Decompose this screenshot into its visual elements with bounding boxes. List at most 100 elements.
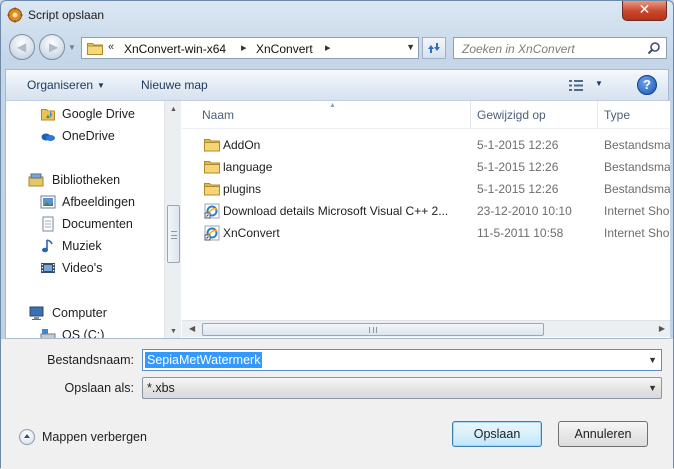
new-folder-button[interactable]: Nieuwe map xyxy=(141,78,208,92)
scroll-left-icon[interactable]: ◀ xyxy=(189,324,195,333)
filename-dropdown-icon[interactable]: ▼ xyxy=(648,355,657,365)
address-bar[interactable]: « XnConvert-win-x64 ▸ XnConvert ▸ ▼ xyxy=(81,37,419,59)
command-bar: Organiseren ▼ Nieuwe map ▼ ? xyxy=(5,69,669,101)
save-dialog: Script opslaan ✕ ◀ ▶ ▼ « XnConvert-win-x… xyxy=(0,0,674,469)
file-type: Bestandsmap xyxy=(604,182,670,196)
column-header-row: ▲ Naam Gewijzigd op Type xyxy=(182,101,670,129)
scroll-up-icon[interactable]: ▲ xyxy=(170,106,177,113)
scroll-right-icon[interactable]: ▶ xyxy=(659,324,665,333)
hide-folders-toggle[interactable]: Mappen verbergen xyxy=(19,429,147,445)
internet-shortcut-icon xyxy=(204,225,220,241)
address-dropdown-icon[interactable]: ▼ xyxy=(406,42,415,52)
music-icon xyxy=(42,239,53,253)
address-segment-xnconvert-win-x64[interactable]: XnConvert-win-x64 xyxy=(124,42,226,56)
file-name: language xyxy=(223,160,273,174)
nav-pane-scrollbar[interactable]: ▲ ▼ xyxy=(164,101,181,338)
window-title: Script opslaan xyxy=(28,8,105,22)
address-overflow[interactable]: « xyxy=(108,41,114,53)
scroll-thumb[interactable] xyxy=(202,323,544,336)
videos-icon xyxy=(41,263,55,273)
file-name: AddOn xyxy=(223,138,261,152)
nav-item-google-drive[interactable]: Google Drive xyxy=(40,104,135,124)
savetype-dropdown-icon[interactable]: ▼ xyxy=(648,383,657,393)
filename-label: Bestandsnaam: xyxy=(47,353,134,367)
file-name: Download details Microsoft Visual C++ 2.… xyxy=(223,204,449,218)
file-type: Bestandsmap xyxy=(604,138,670,152)
organize-button[interactable]: Organiseren ▼ xyxy=(27,78,105,92)
search-icon[interactable] xyxy=(647,41,661,55)
recent-locations-chevron-icon[interactable]: ▼ xyxy=(68,43,76,52)
address-separator-icon[interactable]: ▸ xyxy=(241,41,247,54)
savetype-select[interactable]: *.xbs ▼ xyxy=(142,377,662,399)
documents-icon xyxy=(42,216,54,232)
file-name: plugins xyxy=(223,182,262,196)
file-row[interactable]: AddOn 5-1-2015 12:26 Bestandsmap xyxy=(182,134,670,156)
libraries-icon xyxy=(28,173,44,187)
file-row[interactable]: plugins 5-1-2015 12:26 Bestandsmap xyxy=(182,178,670,200)
search-box[interactable]: Zoeken in XnConvert xyxy=(453,37,667,59)
folder-icon xyxy=(204,139,220,152)
grip-icon xyxy=(171,231,177,239)
forward-button[interactable]: ▶ xyxy=(39,34,65,60)
search-input[interactable]: Zoeken in XnConvert xyxy=(462,42,575,56)
internet-shortcut-icon xyxy=(204,203,220,219)
file-row[interactable]: Download details Microsoft Visual C++ 2.… xyxy=(182,200,670,222)
onedrive-icon xyxy=(41,133,55,141)
help-icon[interactable]: ? xyxy=(637,75,657,95)
folder-icon xyxy=(87,43,103,55)
grip-icon xyxy=(369,327,377,333)
nav-item-documents[interactable]: Documenten xyxy=(40,214,133,234)
save-button[interactable]: Opslaan xyxy=(452,421,542,447)
nav-item-pictures[interactable]: Afbeeldingen xyxy=(40,192,135,212)
forward-arrow-icon: ▶ xyxy=(49,40,59,54)
google-drive-icon xyxy=(41,109,55,121)
pictures-icon xyxy=(40,195,56,209)
file-modified: 23-12-2010 10:10 xyxy=(477,204,572,218)
refresh-icon xyxy=(428,43,440,53)
file-modified: 5-1-2015 12:26 xyxy=(477,138,559,152)
navigation-bar: ◀ ▶ ▼ « XnConvert-win-x64 ▸ XnConvert ▸ … xyxy=(1,33,673,63)
navigation-pane: Google Drive OneDrive Bibliotheken Afbee… xyxy=(6,101,164,338)
view-dropdown-icon[interactable]: ▼ xyxy=(595,79,603,88)
file-list-scrollbar[interactable]: ◀ ▶ xyxy=(182,320,670,337)
scroll-down-icon[interactable]: ▼ xyxy=(170,328,177,335)
nav-item-music[interactable]: Muziek xyxy=(40,236,102,256)
save-form: Bestandsnaam: SepiaMetWatermerk ▼ Opslaa… xyxy=(1,339,673,469)
browser-content: Google Drive OneDrive Bibliotheken Afbee… xyxy=(5,101,670,339)
address-segment-xnconvert[interactable]: XnConvert xyxy=(256,42,313,56)
savetype-label: Opslaan als: xyxy=(64,381,134,395)
address-separator-icon[interactable]: ▸ xyxy=(325,41,331,54)
nav-item-onedrive[interactable]: OneDrive xyxy=(40,126,115,146)
nav-item-libraries[interactable]: Bibliotheken xyxy=(28,170,120,190)
folder-icon xyxy=(204,161,220,174)
nav-item-computer[interactable]: Computer xyxy=(28,303,107,323)
cancel-button[interactable]: Annuleren xyxy=(558,421,648,447)
savetype-value: *.xbs xyxy=(147,381,175,395)
file-row[interactable]: XnConvert 11-5-2011 10:58 Internet Short… xyxy=(182,222,670,244)
column-divider[interactable] xyxy=(597,101,598,129)
file-row[interactable]: language 5-1-2015 12:26 Bestandsmap xyxy=(182,156,670,178)
close-icon: ✕ xyxy=(638,2,651,18)
filename-value[interactable]: SepiaMetWatermerk xyxy=(145,352,263,368)
nav-item-os-drive[interactable]: OS (C:) xyxy=(40,325,104,338)
close-button[interactable]: ✕ xyxy=(622,1,667,21)
refresh-button[interactable] xyxy=(422,37,446,59)
file-modified: 11-5-2011 10:58 xyxy=(477,226,564,240)
back-button[interactable]: ◀ xyxy=(9,34,35,60)
file-modified: 5-1-2015 12:26 xyxy=(477,160,559,174)
title-bar[interactable]: Script opslaan ✕ xyxy=(1,1,673,29)
scroll-thumb[interactable] xyxy=(167,205,180,263)
nav-item-videos[interactable]: Video's xyxy=(40,258,102,278)
collapse-up-icon xyxy=(19,429,35,445)
column-divider[interactable] xyxy=(470,101,471,129)
column-header-type[interactable]: Type xyxy=(604,108,630,122)
file-modified: 5-1-2015 12:26 xyxy=(477,182,559,196)
back-arrow-icon: ◀ xyxy=(17,40,27,54)
column-header-name[interactable]: Naam xyxy=(202,108,234,122)
view-options-icon[interactable] xyxy=(569,79,583,92)
file-list: ▲ Naam Gewijzigd op Type AddOn 5-1-2015 … xyxy=(182,101,670,338)
filename-field[interactable]: SepiaMetWatermerk ▼ xyxy=(142,349,662,371)
sort-ascending-icon: ▲ xyxy=(329,102,336,109)
file-type: Bestandsmap xyxy=(604,160,670,174)
column-header-modified[interactable]: Gewijzigd op xyxy=(477,108,546,122)
